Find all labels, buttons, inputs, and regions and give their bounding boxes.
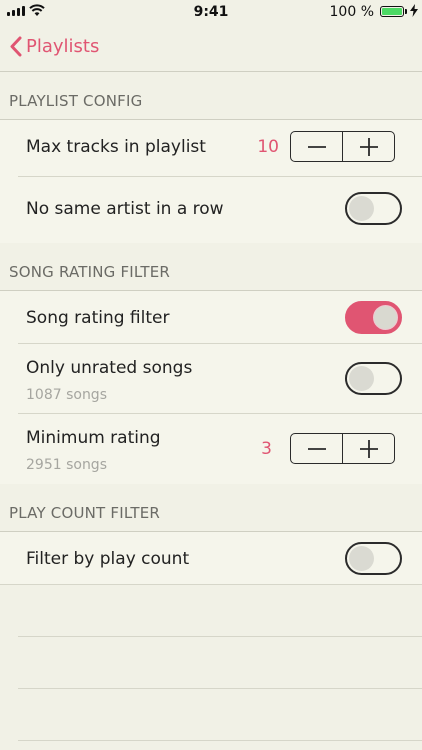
row-label: No same artist in a row	[26, 199, 224, 219]
minus-icon	[307, 145, 326, 148]
empty-row-separator	[18, 688, 422, 689]
section-header-song-rating: SONG RATING FILTER	[0, 243, 422, 291]
toggle-knob	[349, 196, 374, 221]
row-subtitle: 1087 songs	[26, 387, 107, 403]
row-label: Minimum rating	[26, 428, 161, 448]
row-label: Filter by play count	[26, 549, 190, 569]
navigation-bar: Playlists	[0, 24, 422, 72]
minimum-rating-stepper	[290, 433, 395, 464]
section-header-play-count: PLAY COUNT FILTER	[0, 484, 422, 532]
row-no-same-artist: No same artist in a row	[0, 177, 422, 243]
battery-cap	[405, 9, 407, 14]
back-button[interactable]: Playlists	[10, 36, 99, 57]
no-same-artist-toggle[interactable]	[345, 192, 402, 225]
row-minimum-rating: Minimum rating 2951 songs 3	[0, 414, 422, 484]
row-separator	[0, 584, 422, 585]
row-subtitle: 2951 songs	[26, 457, 107, 473]
increment-button[interactable]	[342, 132, 394, 161]
section-header-playlist-config: PLAYLIST CONFIG	[0, 72, 422, 120]
status-bar: 9:41 100 %	[0, 0, 422, 24]
row-song-rating-filter: Song rating filter	[0, 291, 422, 344]
minimum-rating-value: 3	[261, 439, 272, 459]
plus-icon	[359, 439, 378, 458]
back-chevron-icon	[10, 36, 22, 57]
section-title: PLAY COUNT FILTER	[9, 504, 160, 522]
toggle-knob	[349, 366, 374, 391]
decrement-button[interactable]	[291, 434, 342, 463]
section-title: SONG RATING FILTER	[9, 263, 171, 281]
row-max-tracks: Max tracks in playlist 10	[0, 120, 422, 177]
only-unrated-toggle[interactable]	[345, 362, 402, 395]
row-label: Only unrated songs	[26, 358, 193, 378]
empty-row-separator	[18, 740, 422, 741]
plus-icon	[359, 137, 378, 156]
row-filter-play-count: Filter by play count	[0, 532, 422, 585]
battery-icon	[380, 6, 404, 17]
charging-bolt-icon	[410, 4, 418, 17]
back-button-label: Playlists	[26, 36, 100, 57]
section-title: PLAYLIST CONFIG	[9, 92, 143, 110]
row-label: Max tracks in playlist	[26, 137, 206, 157]
max-tracks-value: 10	[257, 137, 279, 157]
toggle-knob	[349, 546, 374, 571]
max-tracks-stepper	[290, 131, 395, 162]
row-label: Song rating filter	[26, 308, 170, 328]
empty-row-separator	[18, 636, 422, 637]
decrement-button[interactable]	[291, 132, 342, 161]
song-rating-filter-toggle[interactable]	[345, 301, 402, 334]
battery-percentage: 100 %	[329, 4, 374, 20]
toggle-knob	[373, 305, 398, 330]
row-only-unrated: Only unrated songs 1087 songs	[0, 344, 422, 414]
minus-icon	[307, 447, 326, 450]
filter-play-count-toggle[interactable]	[345, 542, 402, 575]
increment-button[interactable]	[342, 434, 394, 463]
